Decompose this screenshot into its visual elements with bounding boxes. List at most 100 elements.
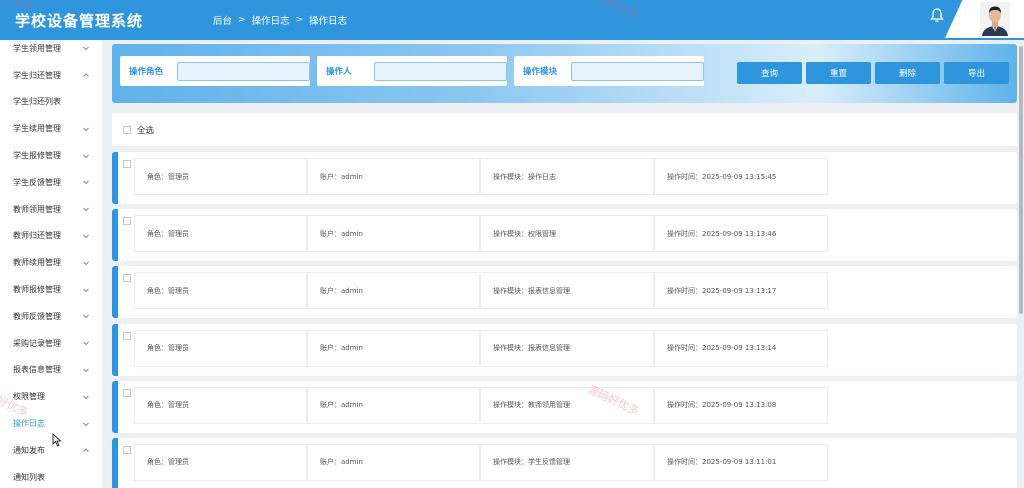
breadcrumb: 后台 > 操作日志 > 操作日志 xyxy=(213,13,347,27)
sidebar-item[interactable]: 操作日志 xyxy=(0,410,102,437)
chevron-down-icon xyxy=(82,366,90,374)
sidebar-item[interactable]: 通知列表 xyxy=(0,464,102,488)
sidebar-item-label: 学生反馈管理 xyxy=(13,177,61,187)
operator-filter-input[interactable] xyxy=(374,62,507,81)
row-checkbox[interactable] xyxy=(123,445,131,454)
delete-button[interactable]: 删除 xyxy=(875,62,940,84)
log-time: 操作时间：2025-09-09 13:11:01 xyxy=(654,443,828,481)
sidebar-item-label: 教师反馈管理 xyxy=(13,311,61,321)
reset-button[interactable]: 重置 xyxy=(806,62,871,84)
avatar-container[interactable] xyxy=(945,0,1024,38)
sidebar-item[interactable]: 教师归还管理 xyxy=(0,223,102,250)
log-module: 操作模块：权限管理 xyxy=(480,215,654,253)
module-filter-label: 操作模块 xyxy=(523,67,558,77)
chevron-down-icon xyxy=(82,178,90,186)
sidebar-item-label: 教师归还管理 xyxy=(13,231,61,241)
scrollbar[interactable] xyxy=(1018,40,1024,488)
log-card: 角色：管理员 账户：admin 操作模块：报表信息管理 操作时间：2025-09-09… xyxy=(112,323,1017,376)
sidebar-item-label: 通知列表 xyxy=(13,472,45,482)
log-role: 角色：管理员 xyxy=(134,158,307,195)
sidebar-item-label: 学生领用管理 xyxy=(13,43,61,53)
log-time: 操作时间：2025-09-09 13:13:46 xyxy=(654,215,828,253)
role-filter-input[interactable] xyxy=(177,62,310,81)
log-module: 操作模块：报表信息管理 xyxy=(480,329,654,367)
sidebar-item-label: 采购记录管理 xyxy=(13,338,61,348)
breadcrumb-section[interactable]: 操作日志 xyxy=(252,13,290,27)
log-time: 操作时间：2025-09-09 13:15:45 xyxy=(654,158,828,195)
row-checkbox[interactable] xyxy=(123,331,131,340)
operator-filter: 操作人 xyxy=(317,56,507,86)
sidebar-item[interactable]: 教师续用管理 xyxy=(0,249,102,276)
sidebar-item-label: 学生归还管理 xyxy=(13,70,61,80)
row-checkbox[interactable] xyxy=(123,388,131,397)
role-filter: 操作角色 xyxy=(120,56,310,86)
sidebar-item[interactable]: 教师领用管理 xyxy=(0,196,102,223)
row-checkbox[interactable] xyxy=(123,217,131,226)
select-all-checkbox[interactable] xyxy=(123,125,131,134)
scrollbar-thumb[interactable] xyxy=(1019,46,1023,314)
log-role: 角色：管理员 xyxy=(134,272,307,310)
log-role: 角色：管理员 xyxy=(134,329,307,367)
sidebar-item-label: 教师领用管理 xyxy=(13,204,61,214)
sidebar: 学生领用管理 学生归还管理学生归还列表学生续用管理 学生报修管理 学生反馈管理 教师领用… xyxy=(0,40,102,488)
sidebar-item-label: 学生续用管理 xyxy=(13,124,61,134)
log-account: 账户：admin xyxy=(307,386,480,424)
chevron-down-icon xyxy=(82,259,90,267)
chevron-down-icon xyxy=(82,339,90,347)
app-title: 学校设备管理系统 xyxy=(15,12,144,30)
sidebar-item-label: 操作日志 xyxy=(13,419,45,429)
search-panel: 操作角色 操作人 操作模块 查询 重置 删除 导出 xyxy=(112,44,1017,103)
sidebar-item[interactable]: 学生反馈管理 xyxy=(0,169,102,196)
log-time: 操作时间：2025-09-09 13:13:17 xyxy=(654,272,828,310)
module-filter-input[interactable] xyxy=(571,62,704,81)
sidebar-item[interactable]: 采购记录管理 xyxy=(0,330,102,357)
operator-filter-label: 操作人 xyxy=(326,67,352,77)
sidebar-item[interactable]: 通知发布 xyxy=(0,437,102,464)
log-list: 角色：管理员 账户：admin 操作模块：操作日志 操作时间：2025-09-09 1… xyxy=(112,152,1017,488)
log-account: 账户：admin xyxy=(307,272,480,310)
chevron-down-icon xyxy=(82,286,90,294)
chevron-down-icon xyxy=(82,393,90,401)
row-checkbox[interactable] xyxy=(123,160,131,168)
sidebar-item[interactable]: 报表信息管理 xyxy=(0,357,102,384)
log-time: 操作时间：2025-09-09 13:13:08 xyxy=(654,386,828,424)
sidebar-item[interactable]: 学生报修管理 xyxy=(0,142,102,169)
log-account: 账户：admin xyxy=(307,443,480,481)
sidebar-item-label: 通知发布 xyxy=(13,445,45,455)
sidebar-item-label: 报表信息管理 xyxy=(13,365,61,375)
sidebar-item[interactable]: 教师反馈管理 xyxy=(0,303,102,330)
log-module: 操作模块：操作日志 xyxy=(480,158,654,195)
sidebar-item[interactable]: 学生归还管理 xyxy=(0,62,102,89)
log-time: 操作时间：2025-09-09 13:13:14 xyxy=(654,329,828,367)
chevron-down-icon xyxy=(82,312,90,320)
log-card: 角色：管理员 账户：admin 操作模块：教师领用管理 操作时间：2025-09-09… xyxy=(112,380,1017,433)
log-account: 账户：admin xyxy=(307,215,480,253)
log-module: 操作模块：学生反馈管理 xyxy=(480,443,654,481)
sidebar-item-label: 学生报修管理 xyxy=(13,151,61,161)
chevron-down-icon xyxy=(82,152,90,160)
sidebar-item[interactable]: 学生归还列表 xyxy=(0,89,102,116)
row-checkbox[interactable] xyxy=(123,274,131,283)
sidebar-item[interactable]: 学生续用管理 xyxy=(0,115,102,142)
log-account: 账户：admin xyxy=(307,329,480,367)
select-all-bar: 全选 xyxy=(112,113,1017,146)
export-button[interactable]: 导出 xyxy=(944,62,1009,84)
select-all-label[interactable]: 全选 xyxy=(137,124,154,136)
sidebar-item[interactable]: 权限管理 xyxy=(0,383,102,410)
log-module: 操作模块：报表信息管理 xyxy=(480,272,654,310)
chevron-up-icon xyxy=(82,71,90,79)
log-module: 操作模块：教师领用管理 xyxy=(480,386,654,424)
sidebar-item[interactable]: 学生领用管理 xyxy=(0,40,102,62)
query-button[interactable]: 查询 xyxy=(737,62,802,84)
log-card: 角色：管理员 账户：admin 操作模块：操作日志 操作时间：2025-09-09 1… xyxy=(112,152,1017,204)
top-header: 学校设备管理系统 后台 > 操作日志 > 操作日志 xyxy=(0,0,1024,40)
role-filter-label: 操作角色 xyxy=(129,67,164,77)
avatar[interactable] xyxy=(980,2,1010,36)
breadcrumb-current: 操作日志 xyxy=(309,16,348,27)
sidebar-item[interactable]: 教师报修管理 xyxy=(0,276,102,303)
log-card: 角色：管理员 账户：admin 操作模块：权限管理 操作时间：2025-09-09 1… xyxy=(112,209,1017,262)
chevron-down-icon xyxy=(82,420,90,428)
chevron-up-icon xyxy=(82,446,90,454)
bell-icon[interactable] xyxy=(928,6,946,24)
breadcrumb-home[interactable]: 后台 xyxy=(213,13,232,27)
